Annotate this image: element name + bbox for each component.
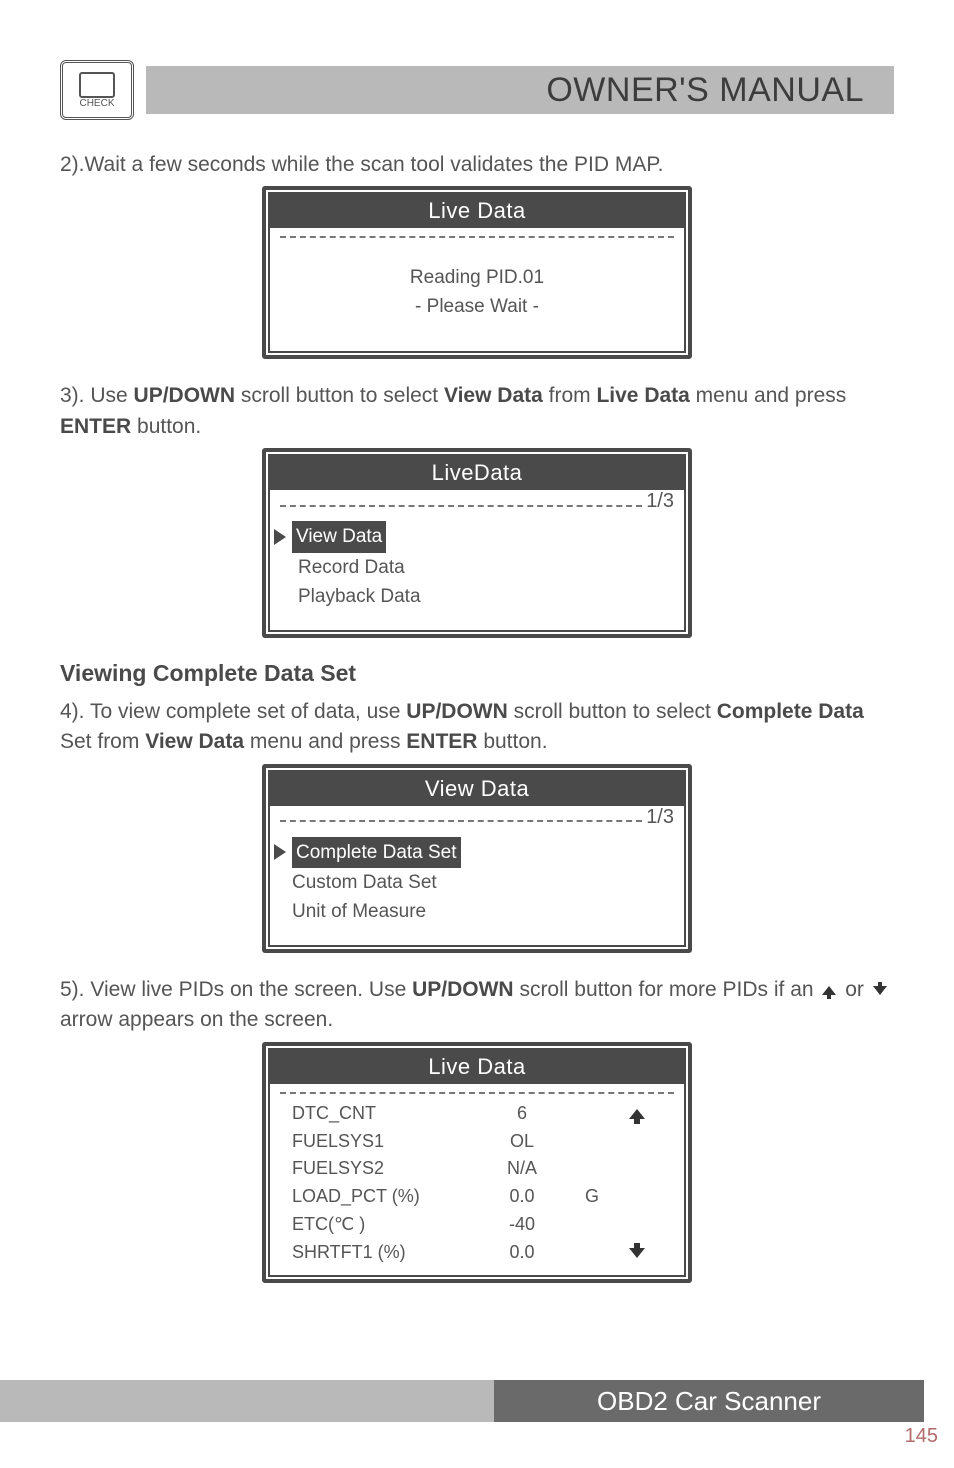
lcd1-title: Live Data — [270, 194, 684, 228]
step-4-text: 4). To view complete set of data, use UP… — [60, 697, 894, 758]
section-heading: Viewing Complete Data Set — [60, 660, 894, 687]
lcd3-item-0: Complete Data Set — [292, 837, 461, 868]
manual-title: OWNER'S MANUAL — [146, 66, 894, 114]
lcd-screen-view-data-menu: View Data 1/3 Complete Data Set Custom D… — [262, 764, 692, 953]
pid-value: 0.0 — [482, 1183, 562, 1211]
pid-unit: G — [562, 1183, 622, 1211]
lcd3-item-1: Custom Data Set — [292, 868, 437, 897]
lcd3-item-2: Unit of Measure — [292, 897, 426, 926]
pid-name: ETC(℃ ) — [292, 1211, 482, 1239]
product-name: OBD2 Car Scanner — [494, 1380, 924, 1422]
live-data-row: FUELSYS2N/A — [292, 1155, 662, 1183]
scroll-down-icon — [629, 1248, 645, 1258]
step-2-text: 2).Wait a few seconds while the scan too… — [60, 150, 894, 180]
arrow-up-icon — [822, 986, 836, 995]
step-3-text: 3). Use UP/DOWN scroll button to select … — [60, 381, 894, 442]
pid-value: -40 — [482, 1211, 562, 1239]
pid-name: FUELSYS2 — [292, 1155, 482, 1183]
lcd-screen-live-data-table: Live Data DTC_CNT6FUELSYS1OLFUELSYS2N/AL… — [262, 1042, 692, 1283]
lcd3-page: 1/3 — [642, 806, 674, 829]
lcd-screen-livedata-menu: LiveData 1/3 View Data Record Data Playb… — [262, 448, 692, 637]
scroll-indicator — [622, 1100, 652, 1128]
pid-value: OL — [482, 1128, 562, 1156]
cursor-icon — [274, 844, 286, 860]
lcd1-line1: Reading PID.01 — [270, 264, 684, 293]
pid-value: N/A — [482, 1155, 562, 1183]
pid-name: LOAD_PCT (%) — [292, 1183, 482, 1211]
lcd1-line2: - Please Wait - — [270, 293, 684, 322]
live-data-row: ETC(℃ )-40 — [292, 1211, 662, 1239]
step-5-text: 5). View live PIDs on the screen. Use UP… — [60, 975, 894, 1036]
pid-name: SHRTFT1 (%) — [292, 1239, 482, 1267]
pid-name: DTC_CNT — [292, 1100, 482, 1128]
check-engine-icon: CHECK — [60, 60, 134, 120]
lcd2-title: LiveData — [270, 456, 684, 490]
arrow-down-icon — [873, 986, 887, 995]
cursor-icon — [274, 529, 286, 545]
page-number: 145 — [905, 1425, 938, 1448]
lcd2-item-1: Record Data — [298, 553, 405, 582]
scroll-indicator — [622, 1239, 652, 1267]
page-header: CHECK OWNER'S MANUAL — [60, 60, 894, 120]
lcd2-item-2: Playback Data — [298, 582, 421, 611]
lcd2-item-0: View Data — [292, 521, 386, 552]
live-data-row: FUELSYS1OL — [292, 1128, 662, 1156]
lcd2-page: 1/3 — [642, 490, 674, 513]
pid-value: 6 — [482, 1100, 562, 1128]
scroll-up-icon — [629, 1109, 645, 1119]
pid-value: 0.0 — [482, 1239, 562, 1267]
live-data-row: DTC_CNT6 — [292, 1100, 662, 1128]
live-data-row: LOAD_PCT (%)0.0G — [292, 1183, 662, 1211]
pid-name: FUELSYS1 — [292, 1128, 482, 1156]
lcd4-title: Live Data — [270, 1050, 684, 1084]
lcd3-title: View Data — [270, 772, 684, 806]
page-footer: OBD2 Car Scanner — [0, 1380, 954, 1422]
live-data-row: SHRTFT1 (%)0.0 — [292, 1239, 662, 1267]
check-engine-label: CHECK — [79, 72, 115, 109]
lcd-screen-live-data-loading: Live Data Reading PID.01 - Please Wait - — [262, 186, 692, 359]
